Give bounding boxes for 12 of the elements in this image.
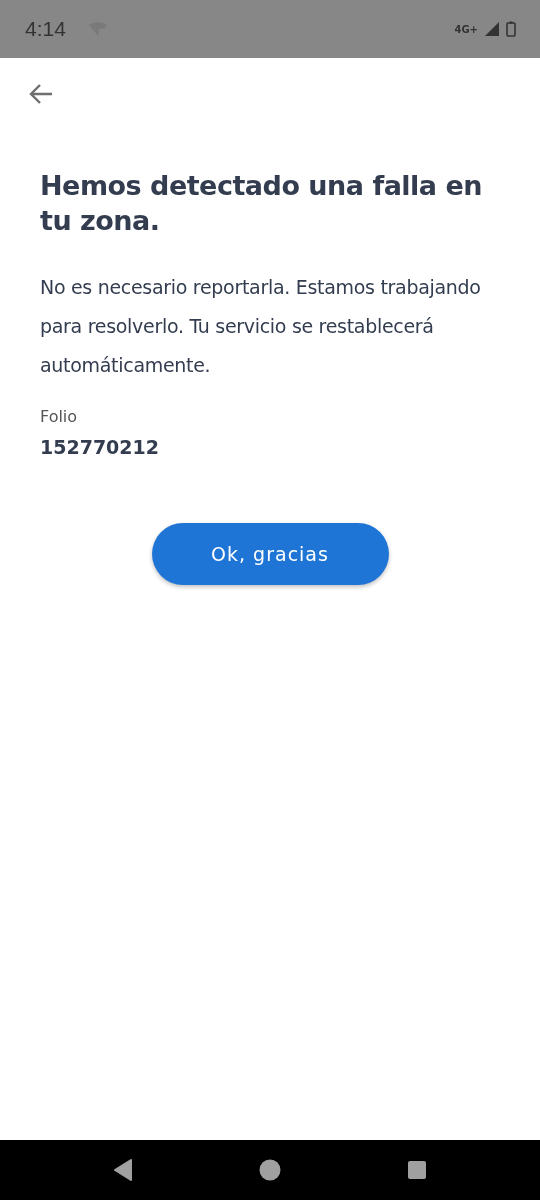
recents-nav-icon[interactable] — [407, 1160, 427, 1180]
folio-number: 152770212 — [40, 436, 159, 458]
folio-label: Folio — [40, 407, 78, 426]
page-title: Hemos detectado una falla en tu zona. — [40, 169, 484, 238]
battery-icon — [506, 21, 516, 37]
message-text: No es necesario reportarla. Estamos trabajando para resolverlo. Tu servicio se restablecerá automáticamente. — [40, 275, 482, 378]
network-type: 4G+ — [454, 23, 478, 35]
ok-button[interactable]: Ok, gracias — [151, 523, 389, 585]
back-nav-icon[interactable] — [113, 1159, 133, 1181]
home-nav-icon[interactable] — [259, 1159, 281, 1181]
signal-icon — [484, 21, 500, 37]
status-time: 4:14 — [25, 17, 66, 41]
